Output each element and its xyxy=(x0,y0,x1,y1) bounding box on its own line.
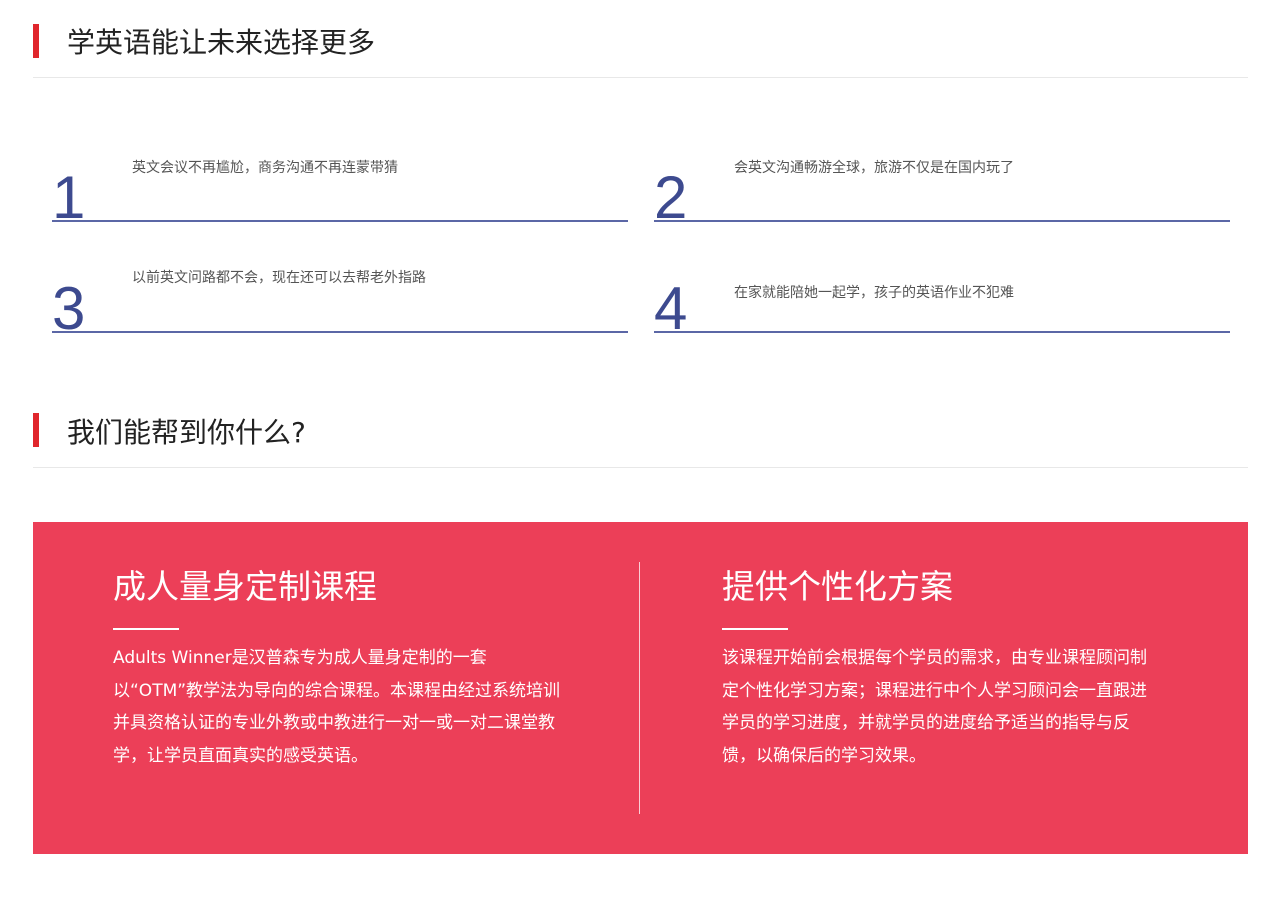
service-title-underline xyxy=(113,628,179,630)
service-description: 该课程开始前会根据每个学员的需求，由专业课程顾问制定个性化学习方案；课程进行中个… xyxy=(722,648,1147,766)
service-title: 提供个性化方案 xyxy=(722,567,953,606)
benefit-text: 英文会议不再尴尬，商务沟通不再连蒙带猜 xyxy=(132,160,398,176)
benefit-underline xyxy=(52,220,628,222)
section-title: 学英语能让未来选择更多 xyxy=(67,26,376,59)
service-title: 成人量身定制课程 xyxy=(113,567,377,606)
benefit-item-1: 1 英文会议不再尴尬，商务沟通不再连蒙带猜 xyxy=(52,152,628,228)
section-accent-bar xyxy=(33,24,39,58)
panel-divider xyxy=(639,562,640,814)
service-card-custom-course: 成人量身定制课程 Adults Winner是汉普森专为成人量身定制的一套以“O… xyxy=(113,564,563,772)
benefit-number: 1 xyxy=(52,164,86,231)
benefit-item-4: 4 在家就能陪她一起学，孩子的英语作业不犯难 xyxy=(654,263,1230,339)
section-header-help: 我们能帮到你什么? xyxy=(33,413,1248,468)
benefit-text: 会英文沟通畅游全球，旅游不仅是在国内玩了 xyxy=(734,160,1014,176)
benefit-number: 2 xyxy=(654,164,688,231)
service-card-personal-plan: 提供个性化方案 该课程开始前会根据每个学员的需求，由专业课程顾问制定个性化学习方… xyxy=(722,564,1154,772)
benefit-item-3: 3 以前英文问路都不会，现在还可以去帮老外指路 xyxy=(52,263,628,339)
benefit-underline xyxy=(654,220,1230,222)
section-accent-bar xyxy=(33,413,39,447)
services-panel: 成人量身定制课程 Adults Winner是汉普森专为成人量身定制的一套以“O… xyxy=(33,522,1248,854)
benefit-text: 在家就能陪她一起学，孩子的英语作业不犯难 xyxy=(734,285,1014,301)
benefit-underline xyxy=(654,331,1230,333)
service-title-underline xyxy=(722,628,788,630)
benefit-text: 以前英文问路都不会，现在还可以去帮老外指路 xyxy=(132,270,426,286)
benefit-item-2: 2 会英文沟通畅游全球，旅游不仅是在国内玩了 xyxy=(654,152,1230,228)
section-title: 我们能帮到你什么? xyxy=(67,416,306,449)
section-header-future: 学英语能让未来选择更多 xyxy=(33,24,1248,78)
service-description: Adults Winner是汉普森专为成人量身定制的一套以“OTM”教学法为导向… xyxy=(113,648,561,766)
benefit-number: 4 xyxy=(654,275,688,342)
benefit-number: 3 xyxy=(52,275,86,342)
benefit-underline xyxy=(52,331,628,333)
